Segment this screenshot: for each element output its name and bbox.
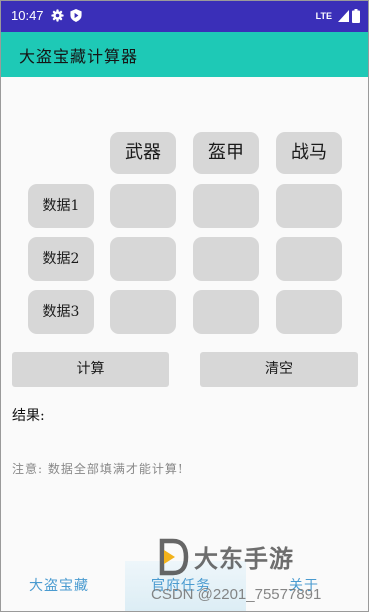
row-label-data-2[interactable]: 数据2 xyxy=(28,237,94,281)
input-data2-warhorse[interactable] xyxy=(276,237,342,281)
gear-icon xyxy=(51,9,64,22)
input-data1-warhorse[interactable] xyxy=(276,184,342,228)
column-header-warhorse[interactable]: 战马 xyxy=(276,132,342,174)
nav-item-treasure[interactable]: 大盗宝藏 xyxy=(29,575,89,595)
brand-watermark: 大东手游 xyxy=(194,545,294,573)
clear-button[interactable]: 清空 xyxy=(200,352,358,387)
result-label: 结果: xyxy=(12,408,45,424)
battery-icon xyxy=(352,9,360,23)
input-data3-armor[interactable] xyxy=(193,290,259,334)
column-header-armor[interactable]: 盔甲 xyxy=(193,132,259,174)
input-data3-warhorse[interactable] xyxy=(276,290,342,334)
app-title: 大盗宝藏计算器 xyxy=(19,47,139,66)
input-data2-weapon[interactable] xyxy=(110,237,176,281)
app-screen: 10:47 LTE 大盗宝藏计算器 武器 盔甲 战马 数据1 数据2 数据3 计… xyxy=(0,0,369,612)
app-bar: 大盗宝藏计算器 xyxy=(1,32,368,77)
play-shield-icon xyxy=(70,9,82,22)
row-label-data-1[interactable]: 数据1 xyxy=(28,184,94,228)
calculate-button[interactable]: 计算 xyxy=(12,352,169,387)
brand-logo-icon xyxy=(159,538,189,576)
status-time: 10:47 xyxy=(11,8,44,23)
input-data1-armor[interactable] xyxy=(193,184,259,228)
signal-icon xyxy=(338,10,349,22)
input-data3-weapon[interactable] xyxy=(110,290,176,334)
column-header-weapon[interactable]: 武器 xyxy=(110,132,176,174)
notice-text: 注意: 数据全部填满才能计算! xyxy=(12,462,184,476)
network-type: LTE xyxy=(315,11,332,21)
input-data1-weapon[interactable] xyxy=(110,184,176,228)
status-bar: 10:47 LTE xyxy=(1,1,368,32)
csdn-watermark: CSDN @2201_75577891 xyxy=(151,586,322,603)
input-data2-armor[interactable] xyxy=(193,237,259,281)
row-label-data-3[interactable]: 数据3 xyxy=(28,290,94,334)
